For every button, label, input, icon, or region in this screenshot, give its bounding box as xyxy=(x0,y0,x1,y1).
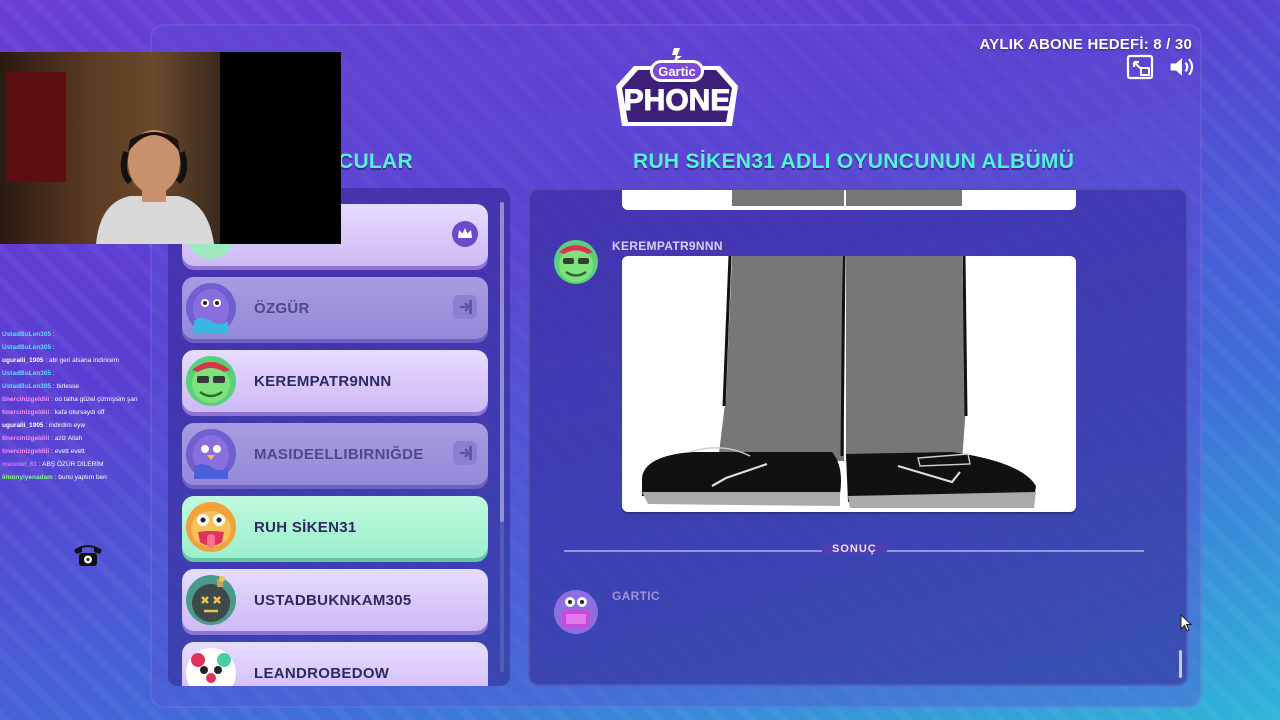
chat-message: tinercinizgeldiii : evett evett xyxy=(2,448,85,455)
player-name: LEANDROBEDOW xyxy=(254,664,390,682)
drawing-card xyxy=(622,256,1076,512)
logo-bottom-text: PHONE xyxy=(624,84,731,117)
players-list[interactable]: ÖZGÜR KEREMPATR9NNN MASIDEELLIBIRNIĞDE R… xyxy=(168,188,510,686)
player-avatar xyxy=(186,429,236,479)
result-label: SONUÇ xyxy=(822,543,887,555)
entry-author-name: KEREMPATR9NNN xyxy=(612,239,723,253)
player-name: MASIDEELLIBIRNIĞDE xyxy=(254,445,424,463)
chat-message: tinercinizgeldiii : oo talha güzel çizmi… xyxy=(2,396,138,403)
player-avatar xyxy=(186,575,236,625)
chat-message: tinercinizgeldiii : kafa otursaydı off xyxy=(2,409,105,416)
player-avatar xyxy=(186,502,236,552)
player-name: RUH SİKEN31 xyxy=(254,518,357,536)
chat-message: masidel_61 : ABŞ ÖZÜR DİLERİM xyxy=(2,461,104,468)
player-avatar xyxy=(186,356,236,406)
player-name: ÖZGÜR xyxy=(254,299,310,317)
chat-message: UstadBuLen305 : birlesse xyxy=(2,383,79,390)
player-card-active[interactable]: RUH SİKEN31 xyxy=(182,496,488,558)
webcam-streamer xyxy=(96,130,214,244)
exit-icon xyxy=(453,295,477,319)
exit-icon xyxy=(453,441,477,465)
player-card[interactable]: USTADBUKNKAM305 xyxy=(182,569,488,631)
chat-message: UstadBuLen305 : xyxy=(2,370,55,377)
stream-chat: UstadBuLen305 : UstadBuLen305 : uguralii… xyxy=(2,328,162,484)
players-title: CULAR xyxy=(338,150,413,173)
subscriber-goal: AYLIK ABONE HEDEFİ: 8 / 30 xyxy=(979,36,1192,53)
webcam-overlay xyxy=(0,52,341,244)
album-scrollbar-thumb[interactable] xyxy=(1179,650,1182,678)
cursor-icon xyxy=(1180,614,1192,632)
player-drawing xyxy=(642,256,1036,508)
volume-icon[interactable] xyxy=(1168,54,1196,80)
album-title: RUH SİKEN31 ADLI OYUNCUNUN ALBÜMÜ xyxy=(633,150,1075,173)
top-controls xyxy=(1126,54,1196,80)
previous-drawing-card xyxy=(622,190,1076,210)
players-scrollbar-thumb[interactable] xyxy=(500,202,504,522)
chat-message: tinercinizgeldiii : aziz Allah xyxy=(2,435,83,442)
player-card[interactable]: MASIDEELLIBIRNIĞDE xyxy=(182,423,488,485)
fullscreen-icon[interactable] xyxy=(1126,54,1154,80)
chat-message: uguralii_1905 : abi geri alsana indirice… xyxy=(2,357,120,364)
logo-top-text: Gartic xyxy=(658,64,696,79)
player-avatar xyxy=(186,283,236,333)
chat-message: UstadBuLen305 : xyxy=(2,331,55,338)
chat-message: limonyiyenadam : bunu yaptım ben xyxy=(2,474,107,481)
chat-message: uguralii_1905 : indirdim eyw xyxy=(2,422,86,429)
player-avatar xyxy=(186,648,236,686)
player-card[interactable]: LEANDROBEDOW xyxy=(182,642,488,686)
result-author-name: GARTIC xyxy=(612,589,660,603)
album-panel[interactable]: KEREMPATR9NNN SONUÇ GARTIC xyxy=(528,188,1188,686)
player-name: USTADBUKNKAM305 xyxy=(254,591,412,609)
phone-icon xyxy=(74,545,102,566)
gartic-avatar xyxy=(554,590,598,634)
player-card[interactable]: ÖZGÜR xyxy=(182,277,488,339)
crown-icon xyxy=(452,221,478,247)
chat-message: UstadBuLen305 : xyxy=(2,344,55,351)
webcam-flag xyxy=(6,72,66,182)
player-name: KEREMPATR9NNN xyxy=(254,372,392,390)
gartic-phone-logo: Gartic PHONE xyxy=(616,48,738,126)
author-avatar xyxy=(554,240,598,284)
player-card[interactable]: KEREMPATR9NNN xyxy=(182,350,488,412)
